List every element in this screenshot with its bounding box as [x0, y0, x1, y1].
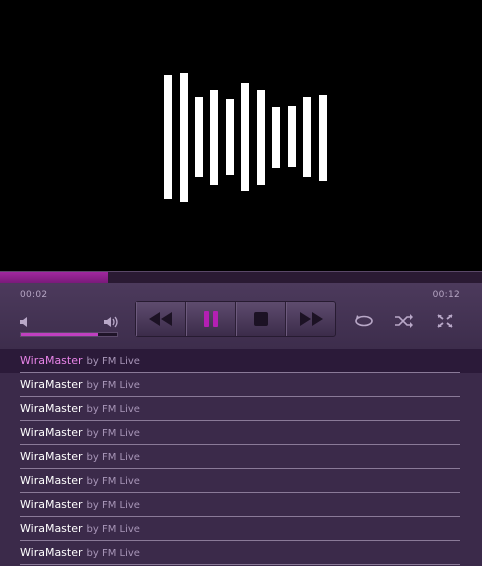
- track-title: WiraMaster: [20, 522, 83, 535]
- track-artist: by FM Live: [86, 476, 140, 487]
- track-title: WiraMaster: [20, 354, 83, 367]
- fast-forward-button[interactable]: [286, 302, 335, 336]
- transport-controls: [135, 301, 336, 337]
- track-artist: by FM Live: [86, 500, 140, 511]
- seek-bar-fill: [0, 272, 109, 283]
- fast-forward-icon: [299, 312, 323, 326]
- repeat-icon: [355, 315, 373, 327]
- playlist-item[interactable]: WiraMaster by FM Live: [0, 373, 482, 397]
- track-artist: by FM Live: [86, 404, 140, 415]
- track-artist: by FM Live: [86, 524, 140, 535]
- track-artist: by FM Live: [86, 548, 140, 559]
- volume-slider[interactable]: [20, 332, 118, 337]
- track-title: WiraMaster: [20, 546, 83, 559]
- rewind-icon: [148, 312, 172, 326]
- seek-bar[interactable]: [0, 271, 482, 283]
- rewind-button[interactable]: [136, 302, 186, 336]
- playlist: WiraMaster by FM Live WiraMaster by FM Liv…: [0, 349, 482, 565]
- track-title: WiraMaster: [20, 426, 83, 439]
- track-artist: by FM Live: [86, 452, 140, 463]
- track-title: WiraMaster: [20, 378, 83, 391]
- playlist-item[interactable]: WiraMaster by FM Live: [0, 517, 482, 541]
- track-title: WiraMaster: [20, 474, 83, 487]
- playlist-item[interactable]: WiraMaster by FM Live: [0, 421, 482, 445]
- duration-time: 00:12: [432, 290, 460, 300]
- playlist-item-active[interactable]: WiraMaster by FM Live: [0, 349, 482, 373]
- waveform-logo-icon: [164, 73, 327, 202]
- shuffle-button[interactable]: [393, 312, 415, 330]
- repeat-button[interactable]: [353, 312, 375, 330]
- track-artist: by FM Live: [86, 356, 140, 367]
- shuffle-icon: [395, 314, 413, 328]
- playlist-item[interactable]: WiraMaster by FM Live: [0, 469, 482, 493]
- volume-high-icon[interactable]: [103, 314, 119, 328]
- fullscreen-button[interactable]: [434, 312, 456, 330]
- playlist-item[interactable]: WiraMaster by FM Live: [0, 541, 482, 565]
- track-title: WiraMaster: [20, 498, 83, 511]
- playlist-item[interactable]: WiraMaster by FM Live: [0, 445, 482, 469]
- controls-bar: 00:02 00:12: [0, 283, 482, 349]
- track-title: WiraMaster: [20, 402, 83, 415]
- track-artist: by FM Live: [86, 380, 140, 391]
- track-artist: by FM Live: [86, 428, 140, 439]
- playlist-item[interactable]: WiraMaster by FM Live: [0, 493, 482, 517]
- volume-low-icon[interactable]: [18, 314, 32, 328]
- stop-icon: [253, 312, 268, 326]
- stop-button[interactable]: [236, 302, 286, 336]
- pause-icon: [203, 311, 218, 327]
- fullscreen-icon: [437, 314, 453, 328]
- volume-slider-fill: [21, 333, 98, 336]
- video-stage[interactable]: [0, 0, 482, 271]
- current-time: 00:02: [20, 290, 48, 300]
- pause-button[interactable]: [186, 302, 236, 336]
- track-title: WiraMaster: [20, 450, 83, 463]
- playlist-item[interactable]: WiraMaster by FM Live: [0, 397, 482, 421]
